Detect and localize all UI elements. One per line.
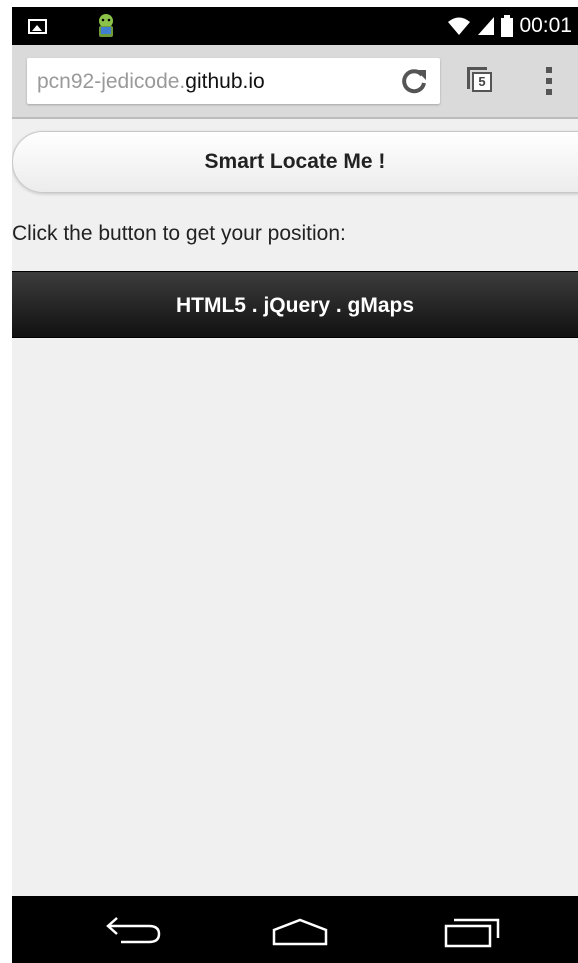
browser-toolbar: pcn92-jedicode.github.io 5	[12, 45, 578, 119]
image-notification-icon	[28, 19, 47, 34]
tab-count: 5	[472, 72, 492, 92]
status-time: 00:01	[519, 14, 572, 37]
refresh-icon[interactable]	[400, 67, 428, 95]
signal-icon	[478, 17, 495, 35]
android-notification-icon	[99, 14, 113, 37]
url-host: github.io	[185, 70, 265, 93]
home-icon[interactable]	[270, 918, 330, 946]
device-frame: 00:01 pcn92-jedicode.github.io 5 Smart L…	[12, 7, 578, 963]
back-icon[interactable]	[105, 916, 165, 946]
recent-apps-icon[interactable]	[442, 916, 502, 948]
url-text: pcn92-jedicode.github.io	[37, 70, 265, 94]
footer-bar: HTML5 . jQuery . gMaps	[12, 271, 578, 338]
status-bar: 00:01	[12, 7, 578, 45]
navigation-bar	[12, 896, 578, 963]
url-field[interactable]: pcn92-jedicode.github.io	[27, 58, 440, 104]
battery-icon	[501, 15, 514, 37]
wifi-icon	[448, 17, 471, 35]
status-icons: 00:01	[447, 7, 572, 45]
tabs-icon[interactable]: 5	[463, 63, 497, 97]
url-subdomain: pcn92-jedicode.	[37, 70, 186, 93]
smart-locate-button[interactable]: Smart Locate Me !	[12, 131, 578, 193]
menu-icon[interactable]	[545, 67, 553, 99]
info-text: Click the button to get your position:	[12, 222, 346, 245]
